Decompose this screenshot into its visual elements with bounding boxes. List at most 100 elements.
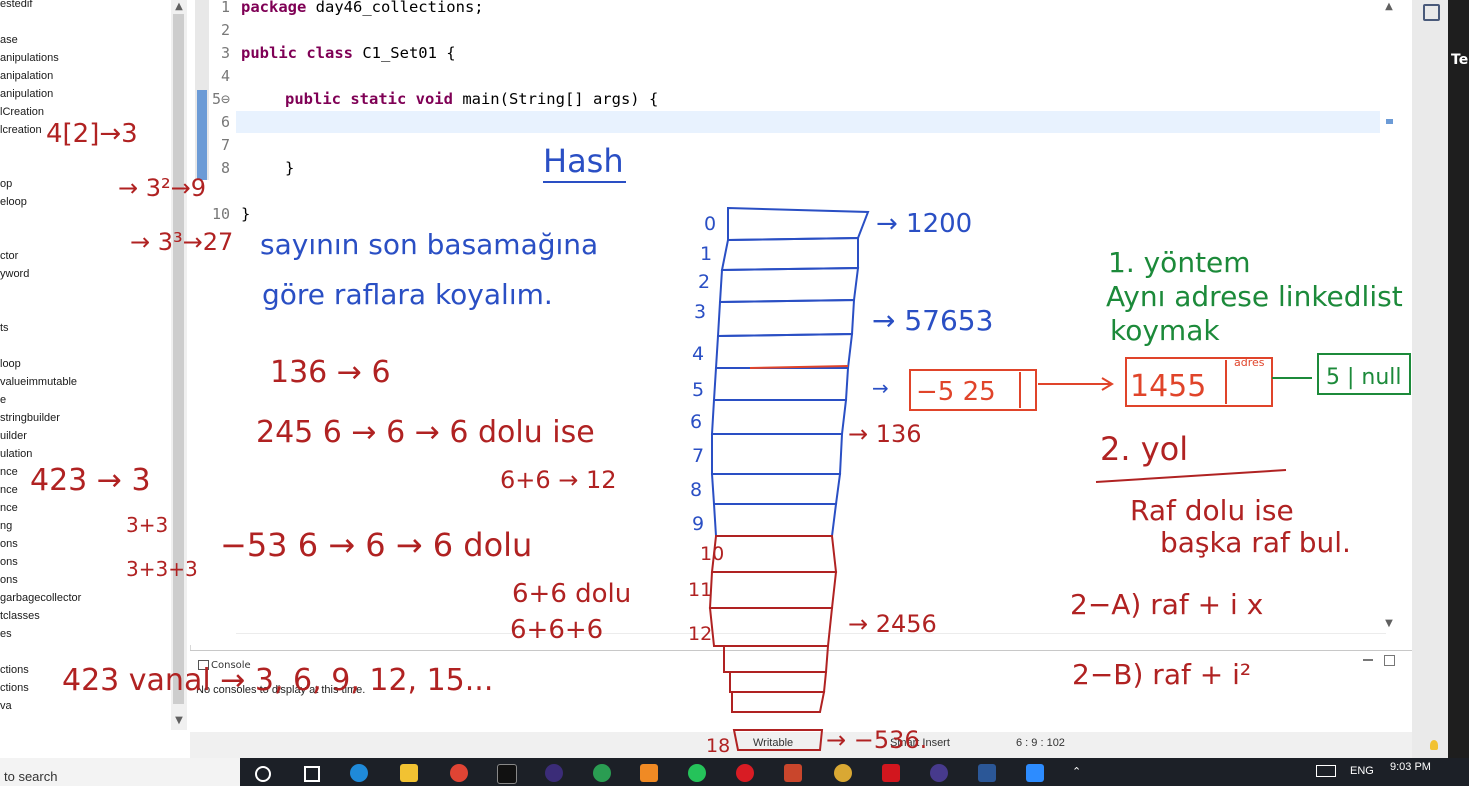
taskbar-search[interactable]: to search	[0, 758, 240, 786]
explorer-item[interactable]: estedif	[0, 0, 32, 10]
code-keyword: public static void	[285, 90, 453, 108]
explorer-item[interactable]: ctions	[0, 682, 29, 694]
explorer-item[interactable]: tclasses	[0, 610, 40, 622]
system-tray-icons[interactable]	[1092, 766, 1202, 778]
search-placeholder: to search	[4, 769, 58, 784]
explorer-item[interactable]: nce	[0, 484, 18, 496]
minimize-icon[interactable]	[1363, 659, 1373, 661]
code-line[interactable]: public static void main(String[] args) {	[285, 90, 658, 108]
whatsapp-icon[interactable]	[688, 764, 706, 782]
line-number: 1	[220, 0, 230, 16]
status-bar: Writable Smart Insert 6 : 9 : 102	[190, 732, 1440, 758]
status-cursor-position: 6 : 9 : 102	[1016, 737, 1065, 749]
explorer-item[interactable]: valueimmutable	[0, 376, 77, 388]
keyboard-icon[interactable]	[1316, 765, 1336, 777]
code-line[interactable]: package day46_collections;	[241, 0, 484, 16]
editor-horizontal-scrollbar[interactable]	[236, 633, 1386, 646]
code-text: day46_collections;	[306, 0, 484, 16]
explorer-item[interactable]: ng	[0, 520, 12, 532]
chrome-canary-icon[interactable]	[593, 764, 611, 782]
side-window-edge: Te	[1448, 0, 1469, 760]
powerpoint-icon[interactable]	[784, 764, 802, 782]
clock-time[interactable]: 9:03 PM	[1390, 761, 1431, 773]
explorer-item[interactable]: garbagecollector	[0, 592, 81, 604]
code-text: }	[285, 159, 295, 177]
chrome-profile-icon[interactable]	[834, 764, 852, 782]
code-line[interactable]: public class C1_Set01 {	[241, 44, 456, 62]
scroll-down-icon[interactable]: ▼	[171, 714, 187, 728]
explorer-item[interactable]: ons	[0, 538, 18, 550]
console-icon	[198, 660, 209, 670]
explorer-item[interactable]: ctions	[0, 664, 29, 676]
chrome-icon[interactable]	[450, 764, 468, 782]
intellij-icon[interactable]	[497, 764, 517, 784]
code-text: C1_Set01 {	[352, 44, 456, 62]
line-number: 5⊖	[211, 90, 230, 108]
maximize-icon[interactable]	[1384, 655, 1395, 666]
explorer-item[interactable]: loop	[0, 358, 21, 370]
explorer-item[interactable]: nce	[0, 502, 18, 514]
code-line[interactable]: }	[241, 205, 250, 223]
code-text: main(String[] args) {	[452, 90, 659, 108]
explorer-item[interactable]: op	[0, 178, 12, 190]
explorer-item[interactable]: ons	[0, 556, 18, 568]
tray-chevron-icon[interactable]: ⌃	[1072, 765, 1081, 778]
explorer-item[interactable]: anipulations	[0, 52, 59, 64]
explorer-item[interactable]: ons	[0, 574, 18, 586]
opera-icon[interactable]	[736, 764, 754, 782]
explorer-item[interactable]: eloop	[0, 196, 27, 208]
cortana-icon[interactable]	[255, 766, 271, 782]
outline-icon[interactable]	[1423, 4, 1440, 21]
current-line-highlight	[236, 111, 1380, 133]
explorer-item[interactable]: uilder	[0, 430, 27, 442]
side-window-label: Te	[1451, 52, 1469, 68]
explorer-item[interactable]: ase	[0, 34, 18, 46]
line-number: 10	[211, 205, 230, 223]
explorer-item[interactable]: e	[0, 394, 6, 406]
file-explorer-icon[interactable]	[400, 764, 418, 782]
console-message: No consoles to display at this time.	[196, 684, 366, 696]
task-view-icon[interactable]	[304, 766, 320, 782]
explorer-item[interactable]: stringbuilder	[0, 412, 60, 424]
status-writable: Writable	[753, 737, 794, 749]
explorer-item[interactable]: lcreation	[0, 124, 42, 136]
sublime-icon[interactable]	[640, 764, 658, 782]
explorer-item[interactable]: ulation	[0, 448, 32, 460]
edge-icon[interactable]	[350, 764, 368, 782]
explorer-item[interactable]: ts	[0, 322, 9, 334]
code-text: }	[241, 205, 251, 223]
eclipse-icon[interactable]	[545, 764, 563, 782]
line-number: 6	[220, 113, 230, 131]
explorer-scrollbar[interactable]: ▲ ▼	[171, 0, 187, 730]
code-line[interactable]: }	[285, 159, 294, 177]
editor-vertical-scrollbar[interactable]: ▲ ▼	[1381, 0, 1397, 645]
code-keyword: package	[241, 0, 307, 16]
explorer-item[interactable]: es	[0, 628, 12, 640]
explorer-item[interactable]: yword	[0, 268, 29, 280]
explorer-item[interactable]: anipalation	[0, 70, 53, 82]
scroll-up-icon[interactable]: ▲	[1381, 0, 1397, 14]
console-view: Console No consoles to display at this t…	[190, 650, 1412, 733]
acrobat-icon[interactable]	[882, 764, 900, 782]
line-number: 3	[220, 44, 230, 62]
overview-marker[interactable]	[1386, 119, 1393, 124]
language-indicator[interactable]: ENG	[1350, 765, 1374, 777]
package-explorer: estedif ase anipulations anipalation anipula…	[0, 0, 191, 730]
line-number: 2	[220, 21, 230, 39]
powershell-icon[interactable]	[978, 764, 996, 782]
explorer-item[interactable]: anipulation	[0, 88, 53, 100]
scroll-down-icon[interactable]: ▼	[1381, 617, 1397, 631]
tab-console[interactable]: Console	[198, 660, 251, 671]
explorer-item[interactable]: va	[0, 700, 12, 712]
windows-taskbar: to search ⌃ ENG 9:03 PM	[0, 758, 1469, 786]
line-number: 4	[220, 67, 230, 85]
explorer-scroll-thumb[interactable]	[173, 14, 184, 704]
code-keyword: public class	[241, 44, 353, 62]
zoom-icon[interactable]	[1026, 764, 1044, 782]
eclipse-second-icon[interactable]	[930, 764, 948, 782]
scroll-up-icon[interactable]: ▲	[171, 0, 187, 14]
explorer-item[interactable]: ctor	[0, 250, 18, 262]
line-number: 7	[220, 136, 230, 154]
explorer-item[interactable]: nce	[0, 466, 18, 478]
explorer-item[interactable]: lCreation	[0, 106, 44, 118]
